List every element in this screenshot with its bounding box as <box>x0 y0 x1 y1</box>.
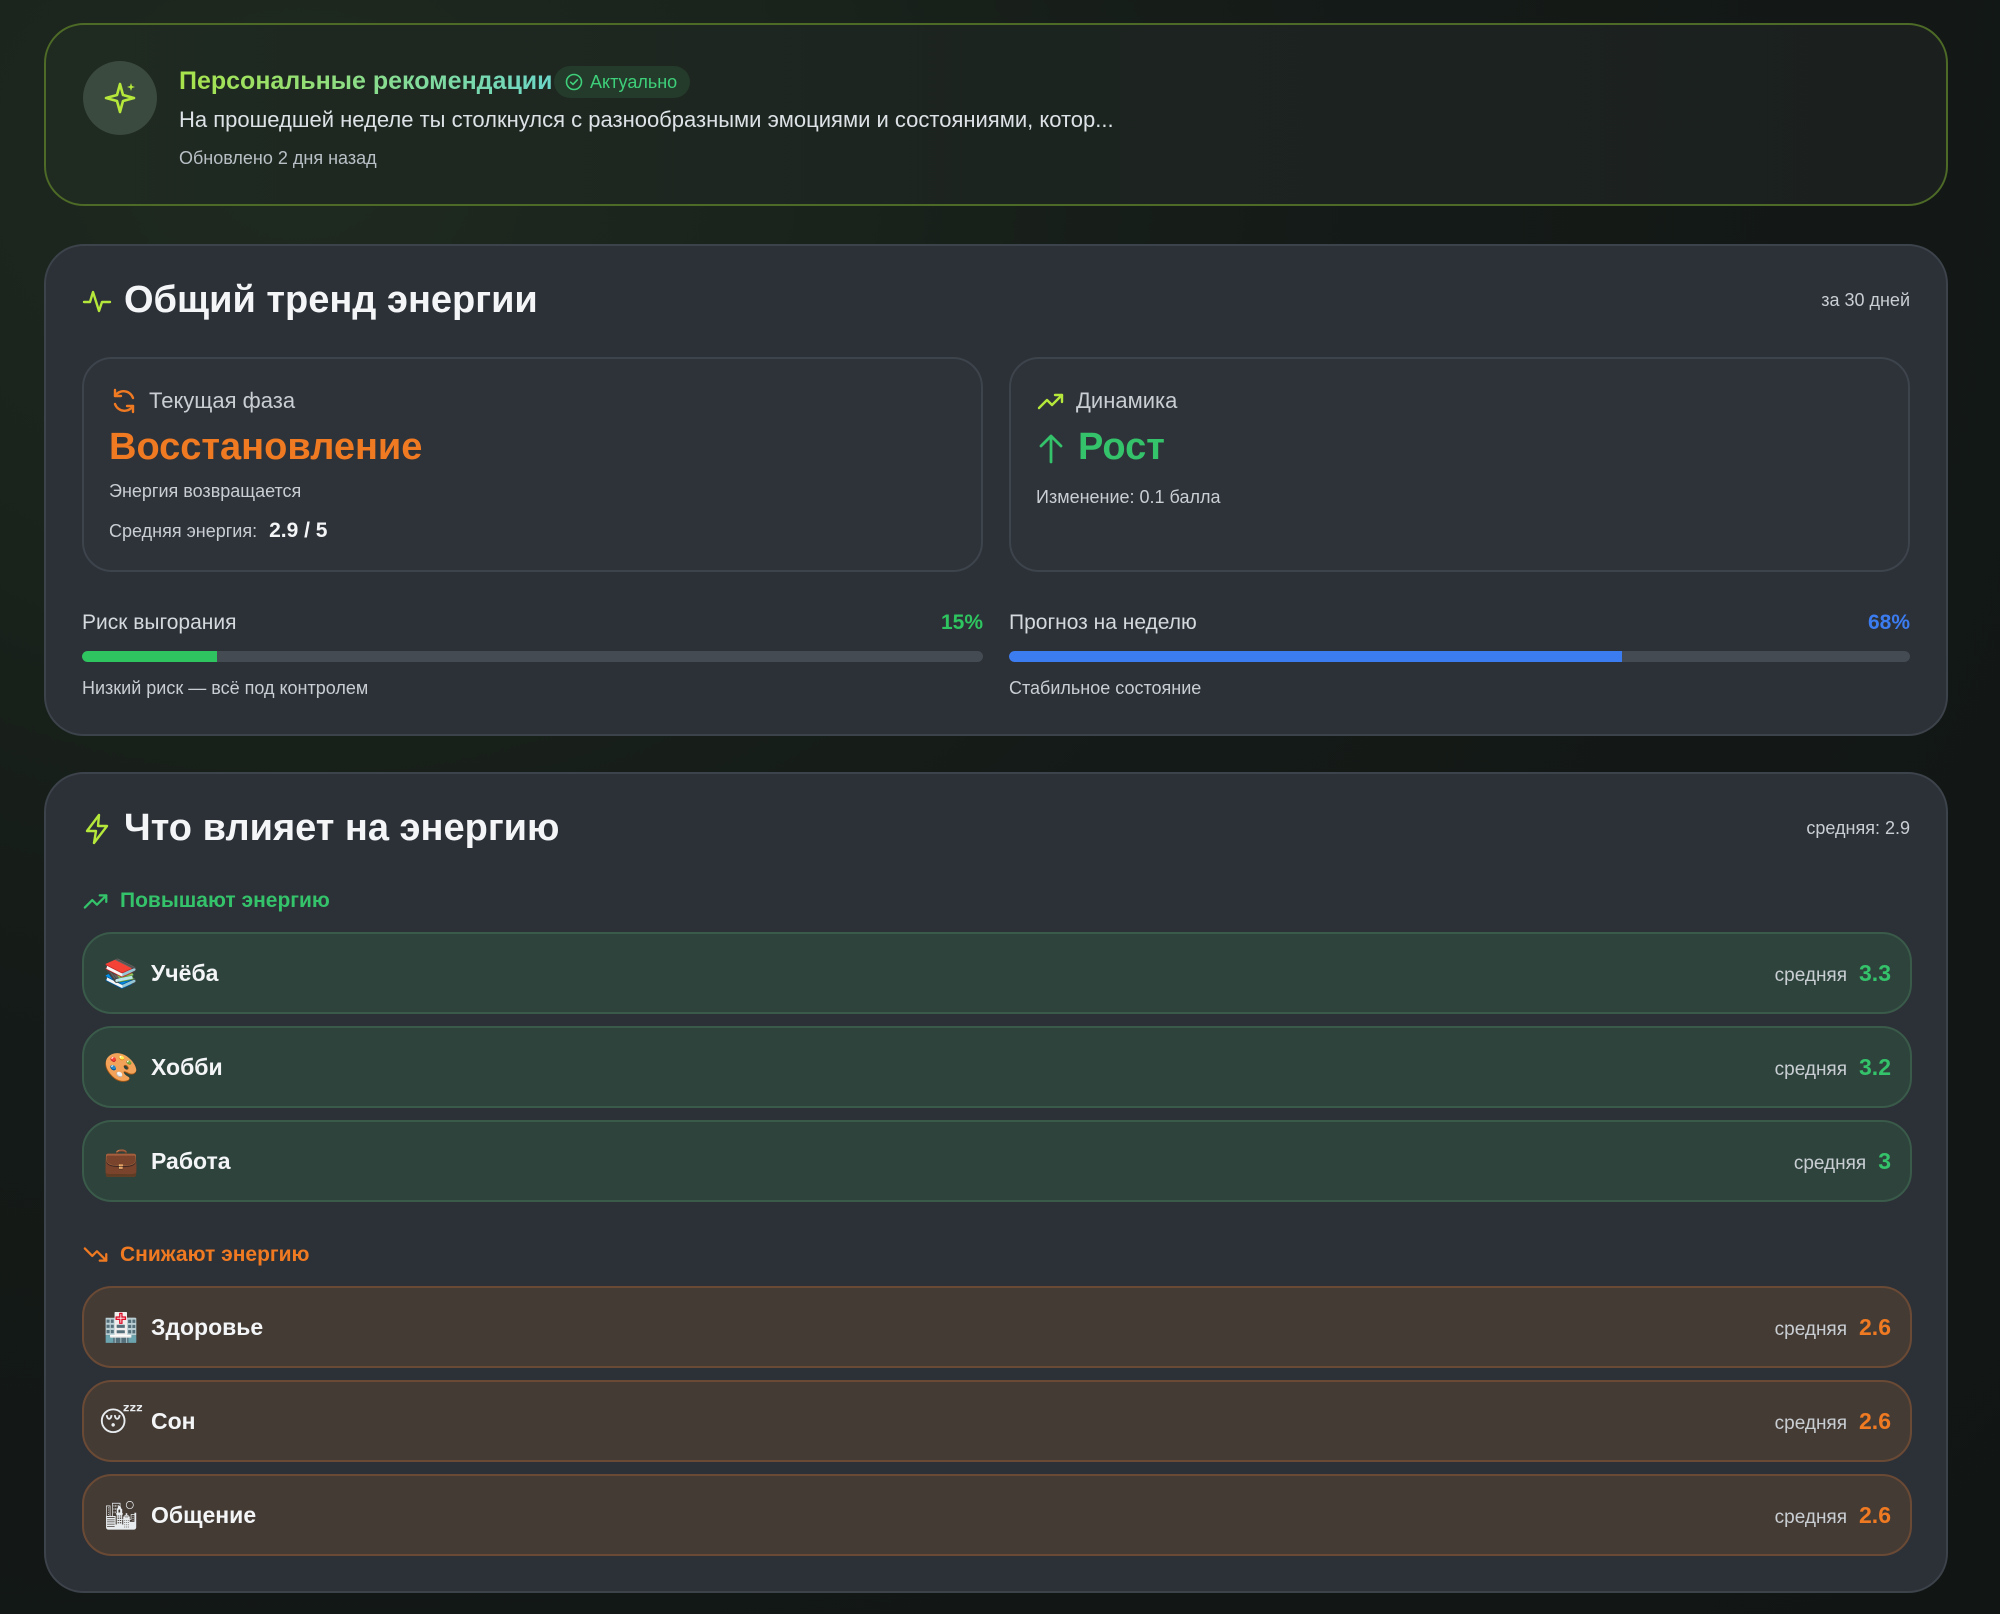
factor-average: средняя 3.2 <box>1775 1054 1891 1081</box>
burnout-risk-note: Низкий риск — всё под контролем <box>82 678 369 698</box>
factor-average-value: 2.6 <box>1859 1407 1891 1434</box>
dynamics-card: Динамика Рост Изменение: 0.1 балла <box>1009 357 1910 572</box>
factor-average-label: средняя <box>1774 964 1848 986</box>
factor-average: средняя 2.6 <box>1775 1408 1891 1435</box>
factor-average-label: средняя <box>1774 1058 1848 1080</box>
burnout-risk-percent: 15% <box>940 611 983 634</box>
factor-average-value: 3 <box>1878 1147 1891 1174</box>
factors-average: средняя: 2.9 <box>1806 818 1910 838</box>
dynamics-label-row: Динамика <box>1036 386 1177 416</box>
current-phase-description: Энергия возвращается <box>109 481 302 501</box>
factor-row[interactable]: 💼 Работа средняя 3 <box>82 1120 1912 1202</box>
weekly-forecast-label: Прогноз на неделю <box>1009 611 1197 634</box>
trending-up-icon <box>83 894 108 909</box>
dynamics-label: Динамика <box>1076 388 1178 413</box>
factor-average: средняя 3 <box>1794 1148 1891 1175</box>
factor-row[interactable]: 😴 Сон средняя 2.6 <box>82 1380 1912 1462</box>
factor-row[interactable]: 📚 Учёба средняя 3.3 <box>82 932 1912 1014</box>
burnout-risk-fill <box>82 651 218 662</box>
increase-group-header: Повышают энергию <box>82 887 330 915</box>
trending-up-icon <box>1037 393 1064 410</box>
lightning-icon <box>85 813 109 844</box>
burnout-risk-meter: Риск выгорания 15% Низкий риск — всё под… <box>82 611 983 721</box>
dynamics-value: Рост <box>1078 426 1165 468</box>
recommendation-card[interactable]: Персональные рекомендации Актуально На п… <box>44 23 1948 206</box>
refresh-icon <box>113 388 135 414</box>
status-badge: Актуально <box>554 66 691 98</box>
weekly-forecast-track <box>1009 651 1910 662</box>
recommendation-text: На прошедшей неделе ты столкнулся с разн… <box>179 107 1114 132</box>
factor-emoji-icon: 😴 <box>98 1404 144 1438</box>
energy-trend-card: Общий тренд энергии за 30 дней Текущая ф… <box>44 244 1948 736</box>
factor-average: средняя 2.6 <box>1775 1502 1891 1529</box>
activity-icon <box>82 290 112 312</box>
factor-average-value: 2.6 <box>1859 1313 1891 1340</box>
burnout-risk-track <box>82 651 983 662</box>
decrease-group-label: Снижают энергию <box>120 1243 310 1266</box>
weekly-forecast-fill <box>1009 651 1622 662</box>
factor-average-label: средняя <box>1774 1318 1848 1340</box>
factor-emoji-icon: 🏥 <box>103 1310 139 1344</box>
factor-average-label: средняя <box>1793 1152 1867 1174</box>
factor-row[interactable]: 🏥 Здоровье средняя 2.6 <box>82 1286 1912 1368</box>
trend-header: Общий тренд энергии <box>82 279 538 322</box>
burnout-risk-label: Риск выгорания <box>82 611 237 634</box>
factor-row[interactable]: 🏙 Общение средняя 2.6 <box>82 1474 1912 1556</box>
factors-header: Что влияет на энергию <box>82 807 559 850</box>
factor-row[interactable]: 🎨 Хобби средняя 3.2 <box>82 1026 1912 1108</box>
factor-average: средняя 3.3 <box>1775 960 1891 987</box>
factor-emoji-icon: 🎨 <box>103 1050 139 1084</box>
dynamics-value-row: Рост <box>1036 426 1165 469</box>
current-phase-label-row: Текущая фаза <box>109 386 295 416</box>
factors-title: Что влияет на энергию <box>124 807 560 849</box>
factor-emoji-icon: 💼 <box>103 1144 139 1178</box>
decrease-group-header: Снижают энергию <box>82 1241 310 1269</box>
factor-average-value: 3.3 <box>1859 959 1891 986</box>
factor-name: Хобби <box>151 1053 223 1080</box>
trending-down-icon <box>83 1247 108 1262</box>
factor-average-label: средняя <box>1774 1412 1848 1434</box>
arrow-up-icon <box>1039 434 1063 463</box>
energy-factors-card: Что влияет на энергию средняя: 2.9 Повыш… <box>44 772 1948 1593</box>
factor-average-value: 3.2 <box>1859 1053 1891 1080</box>
factor-emoji-icon: 📚 <box>103 956 139 990</box>
average-energy: Средняя энергия: 2.9 / 5 <box>109 519 327 543</box>
factor-name: Работа <box>151 1147 231 1174</box>
trend-period: за 30 дней <box>1821 290 1910 310</box>
status-badge-label: Актуально <box>590 71 678 92</box>
check-circle-icon <box>565 73 583 91</box>
weekly-forecast-note: Стабильное состояние <box>1009 678 1202 698</box>
current-phase-label: Текущая фаза <box>149 388 296 413</box>
factor-average-label: средняя <box>1774 1506 1848 1528</box>
updated-timestamp: Обновлено 2 дня назад <box>179 148 377 168</box>
increase-group-label: Повышают энергию <box>120 889 330 912</box>
factor-average: средняя 2.6 <box>1775 1314 1891 1341</box>
factor-name: Сон <box>151 1407 196 1434</box>
trend-title: Общий тренд энергии <box>124 279 538 321</box>
current-phase-card: Текущая фаза Восстановление Энергия возв… <box>82 357 983 572</box>
weekly-forecast-meter: Прогноз на неделю 68% Стабильное состоян… <box>1009 611 1910 721</box>
factor-name: Общение <box>151 1501 257 1528</box>
weekly-forecast-percent: 68% <box>1867 611 1910 634</box>
sparkles-icon <box>83 61 157 135</box>
factor-name: Здоровье <box>151 1313 264 1340</box>
factor-average-value: 2.6 <box>1859 1501 1891 1528</box>
factor-name: Учёба <box>151 959 219 986</box>
average-energy-label: Средняя энергия: <box>109 521 258 541</box>
recommendation-title: Персональные рекомендации <box>179 67 553 95</box>
average-energy-value: 2.9 / 5 <box>269 519 328 542</box>
current-phase-value: Восстановление <box>109 426 423 468</box>
factor-emoji-icon: 🏙 <box>103 1498 139 1532</box>
dynamics-change: Изменение: 0.1 балла <box>1036 487 1221 507</box>
